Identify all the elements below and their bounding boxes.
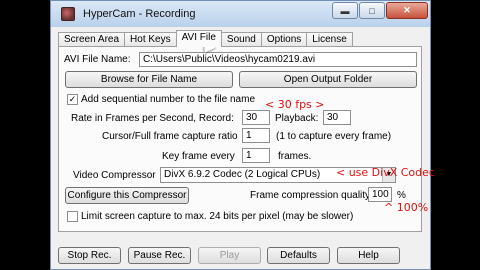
quality-input[interactable]: 100	[368, 187, 392, 202]
tab-strip: Screen Area Hot Keys AVI File Sound Opti…	[58, 30, 353, 47]
play-button[interactable]: Play	[198, 247, 261, 264]
stop-rec-button[interactable]: Stop Rec.	[58, 247, 121, 264]
avi-file-panel: AVI File Name: C:\Users\Public\Videos\hy…	[58, 46, 435, 232]
quality-label: Frame compression quality	[250, 190, 371, 201]
capture-ratio-note: (1 to capture every frame)	[276, 131, 392, 142]
configure-compressor-button[interactable]: Configure this Compressor	[65, 187, 189, 204]
annotation-quality: ^ 100%	[384, 201, 429, 214]
tab-options[interactable]: Options	[260, 32, 308, 47]
tab-hot-keys[interactable]: Hot Keys	[124, 32, 177, 47]
limit-bits-label: Limit screen capture to max. 24 bits per…	[81, 211, 354, 222]
help-button[interactable]: Help	[337, 247, 400, 264]
close-icon[interactable]: ✕	[386, 2, 428, 19]
playback-fps-input[interactable]: 30	[323, 110, 351, 125]
tab-avi-file[interactable]: AVI File	[175, 30, 222, 47]
file-name-label: AVI File Name:	[64, 54, 131, 65]
keyframe-unit: frames.	[278, 151, 312, 162]
sequential-checkbox[interactable]: ✓	[67, 94, 78, 105]
keyframe-input[interactable]: 1	[242, 148, 270, 163]
window-title: HyperCam - Recording	[83, 8, 196, 20]
annotation-fps: < 30 fps >	[265, 98, 325, 111]
capture-ratio-label: Cursor/Full frame capture ratio	[102, 131, 238, 142]
limit-bits-checkbox[interactable]	[67, 211, 78, 222]
minimize-icon[interactable]: ▬	[332, 2, 358, 19]
pause-rec-button[interactable]: Pause Rec.	[128, 247, 191, 264]
compressor-label: Video Compressor	[73, 170, 156, 181]
title-bar[interactable]: HyperCam - Recording ▬ □ ✕	[51, 1, 430, 27]
record-fps-input[interactable]: 30	[242, 110, 270, 125]
open-output-folder-button[interactable]: Open Output Folder	[239, 71, 417, 88]
file-name-input[interactable]: C:\Users\Public\Videos\hycam0219.avi	[139, 52, 417, 67]
compressor-value: DivX 6.9.2 Codec (2 Logical CPUs)	[164, 169, 321, 180]
rate-label: Rate in Frames per Second, Record:	[71, 113, 234, 124]
capture-ratio-input[interactable]: 1	[242, 128, 270, 143]
playback-label: Playback:	[275, 113, 319, 124]
hypercam-window: HyperCam - Recording ▬ □ ✕ Screen Area H…	[50, 0, 435, 270]
maximize-icon[interactable]: □	[359, 2, 385, 19]
defaults-button[interactable]: Defaults	[267, 247, 330, 264]
keyframe-label: Key frame every	[162, 151, 235, 162]
tab-license[interactable]: License	[306, 32, 353, 47]
hypercam-icon	[61, 7, 75, 21]
annotation-divx: < use DivX Codec	[336, 166, 435, 179]
browse-file-button[interactable]: Browse for File Name	[65, 71, 233, 88]
sequential-label: Add sequential number to the file name	[81, 94, 255, 105]
tab-screen-area[interactable]: Screen Area	[58, 32, 126, 47]
tab-sound[interactable]: Sound	[220, 32, 262, 47]
